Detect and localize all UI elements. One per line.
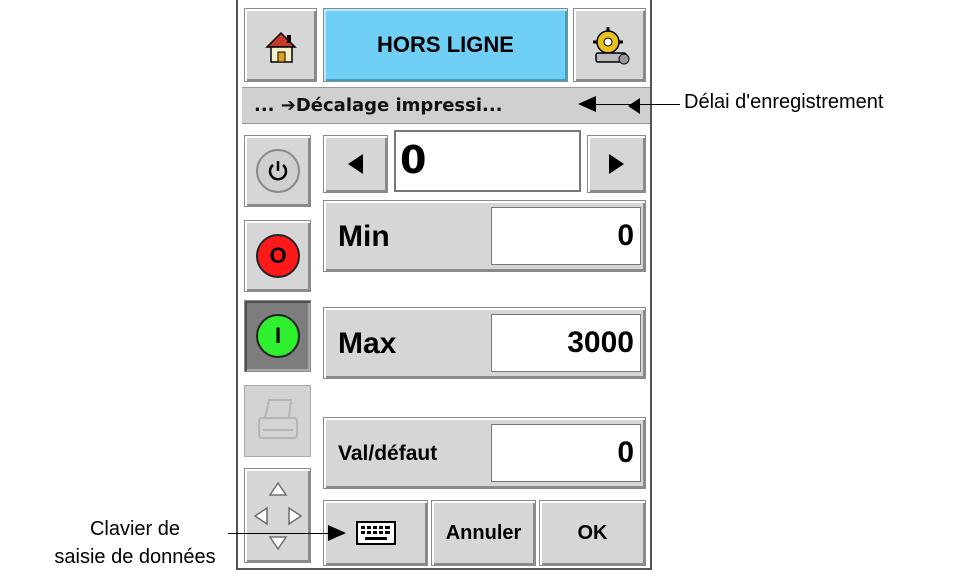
start-label: I [256, 314, 300, 358]
stop-label: O [256, 234, 300, 278]
default-row[interactable]: Val/défaut 0 [323, 417, 646, 489]
breadcrumb-text: ... ➔Décalage impressi... [254, 95, 503, 116]
callout-line-keyboard [228, 533, 328, 534]
navigation-button[interactable] [244, 468, 311, 563]
default-label: Val/défaut [338, 442, 438, 465]
min-value: 0 [491, 207, 641, 265]
settings-button[interactable] [573, 8, 646, 82]
min-row[interactable]: Min 0 [323, 200, 646, 272]
power-icon [256, 149, 300, 193]
home-icon [265, 31, 297, 63]
callout-keyboard-line1: Clavier de [89, 518, 181, 540]
stop-button[interactable]: O [244, 220, 311, 292]
max-value: 3000 [491, 314, 641, 372]
device-screen: HORS LIGNE ... ➔Décalage impressi... O I… [236, 0, 652, 570]
printer-icon [258, 399, 298, 439]
arrow-left-icon [348, 154, 363, 174]
max-label: Max [338, 327, 397, 360]
cancel-button[interactable]: Annuler [431, 500, 536, 566]
callout-line-registration-inner [596, 104, 652, 105]
callout-registration-delay: Délai d'enregistrement [684, 91, 884, 113]
value-input[interactable]: 0 [394, 130, 581, 192]
scroll-left-icon[interactable] [628, 98, 640, 114]
decrement-button[interactable] [323, 135, 388, 193]
min-label: Min [338, 220, 390, 253]
callout-keyboard-line2: saisie de données [54, 546, 216, 568]
status-title: HORS LIGNE [323, 8, 568, 82]
home-button[interactable] [244, 8, 317, 82]
callout-arrowhead-keyboard [328, 525, 346, 541]
callout-line-registration [650, 104, 680, 105]
default-value: 0 [491, 424, 641, 482]
callout-arrowhead-registration [578, 96, 596, 112]
power-button[interactable] [244, 135, 311, 207]
navigation-arrows-icon [253, 481, 303, 551]
start-button[interactable]: I [244, 300, 311, 372]
settings-icon [593, 27, 630, 65]
ok-button[interactable]: OK [539, 500, 646, 566]
increment-button[interactable] [587, 135, 646, 193]
keyboard-icon [355, 521, 396, 545]
arrow-right-icon [609, 154, 624, 174]
max-row[interactable]: Max 3000 [323, 307, 646, 379]
print-button [244, 385, 311, 457]
